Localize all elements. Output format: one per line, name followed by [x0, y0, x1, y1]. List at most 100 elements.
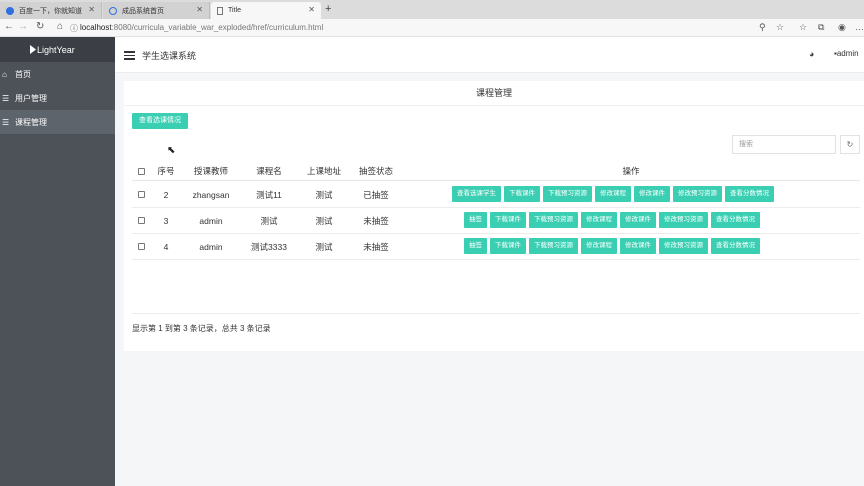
column-header: 授课教师 — [193, 166, 228, 176]
download-courseware-button[interactable]: 下载课件 — [490, 212, 526, 228]
cell-teacher: admin — [199, 215, 223, 226]
action-group: 查看选课学生 下载课件 下载预习资源 修改课程 修改课件 修改预习资源 查看分数… — [452, 186, 774, 202]
sidebar-item-home[interactable]: ⌂ 首页 — [0, 62, 115, 86]
edit-courseware-button[interactable]: 修改课件 — [620, 212, 656, 228]
sidebar-item-label: 课程管理 — [15, 117, 47, 127]
cell-id: 3 — [163, 215, 169, 226]
view-scores-button[interactable]: 查看分数情况 — [711, 212, 760, 228]
edit-course-button[interactable]: 修改课程 — [595, 186, 631, 202]
sidebar-item-courses[interactable]: ☰ 课程管理 — [0, 110, 115, 134]
close-icon[interactable]: ✕ — [308, 5, 315, 14]
menu-icon: ☰ — [2, 93, 10, 103]
course-card: 课程管理 查看选课情况 搜索 ↻ ⬉ 序号 授课教师 课程名 上课地址 抽签状态… — [124, 81, 864, 351]
browser-tab-active[interactable]: Title ✕ — [211, 2, 321, 19]
cell-id: 4 — [163, 241, 169, 252]
browser-tab[interactable]: 成品系统首页 ✕ — [103, 2, 210, 19]
column-header: 上课地址 — [306, 166, 341, 176]
home-browser-icon[interactable]: ⌂ — [57, 21, 63, 32]
draw-lots-button[interactable]: 抽签 — [464, 238, 487, 254]
cell-status: 已抽签 — [363, 189, 389, 200]
download-preview-button[interactable]: 下载预习资源 — [529, 238, 578, 254]
row-checkbox[interactable] — [137, 191, 145, 198]
view-selection-button[interactable]: 查看选课情况 — [132, 113, 188, 129]
favorite-star-icon[interactable]: ☆ — [776, 22, 784, 33]
download-courseware-button[interactable]: 下载课件 — [504, 186, 540, 202]
favorites-icon[interactable]: ☆ — [799, 22, 807, 33]
user-menu[interactable]: ▪admin — [834, 49, 859, 58]
view-students-button[interactable]: 查看选课学生 — [452, 186, 501, 202]
menu-icon: ☰ — [2, 117, 10, 127]
cell-teacher: admin — [199, 241, 223, 252]
table-row: 4 admin 测试3333 测试 未抽签 抽签 下载课件 下载预习资源 修改课… — [132, 234, 860, 260]
divider — [132, 313, 860, 314]
download-courseware-button[interactable]: 下载课件 — [490, 238, 526, 254]
collections-icon[interactable]: ⧉ — [818, 22, 824, 33]
cell-teacher: zhangsan — [192, 189, 230, 200]
page-icon — [217, 6, 223, 15]
logo[interactable]: LightYear — [0, 37, 115, 62]
browser-tab-bar: 百度一下，你就知道 ✕ 成品系统首页 ✕ Title ✕ + — [0, 0, 864, 19]
sidebar-item-users[interactable]: ☰ 用户管理 — [0, 86, 115, 110]
action-group: 抽签 下载课件 下载预习资源 修改课程 修改课件 修改预习资源 查看分数情况 — [464, 238, 760, 254]
browser-tab-label: Title — [228, 7, 241, 14]
select-all-checkbox[interactable] — [137, 167, 145, 175]
column-header: 课程名 — [256, 166, 282, 176]
cell-course: 测试3333 — [251, 241, 287, 252]
refresh-icon[interactable]: ↻ — [840, 135, 860, 154]
table-header: 序号 授课教师 课程名 上课地址 抽签状态 操作 — [132, 162, 860, 181]
forward-icon[interactable]: → — [18, 21, 28, 32]
cell-status: 未抽签 — [363, 215, 389, 226]
info-icon[interactable]: ⓘ — [70, 23, 78, 34]
download-preview-button[interactable]: 下载预习资源 — [543, 186, 592, 202]
url-host: localhost — [80, 23, 112, 32]
logo-text: LightYear — [37, 44, 75, 55]
close-icon[interactable]: ✕ — [88, 5, 95, 14]
row-checkbox[interactable] — [137, 217, 145, 224]
draw-lots-button[interactable]: 抽签 — [464, 212, 487, 228]
zoom-icon[interactable]: ⚲ — [759, 22, 766, 33]
cell-id: 2 — [163, 189, 169, 200]
browser-tab-label: 成品系统首页 — [122, 7, 164, 15]
edit-preview-button[interactable]: 修改预习资源 — [659, 212, 708, 228]
cell-status: 未抽签 — [363, 241, 389, 252]
pagination-info: 显示第 1 到第 3 条记录，总共 3 条记录 — [132, 324, 271, 333]
edit-course-button[interactable]: 修改课程 — [581, 212, 617, 228]
reload-icon[interactable]: ↻ — [36, 21, 44, 32]
column-header: 抽签状态 — [358, 166, 393, 176]
mouse-cursor-icon: ⬉ — [167, 145, 176, 156]
sidebar-item-label: 首页 — [15, 69, 31, 79]
globe-icon — [109, 6, 117, 15]
profile-icon[interactable]: ◉ — [838, 22, 846, 33]
palette-icon[interactable]: ◕ — [809, 49, 814, 59]
row-checkbox[interactable] — [137, 243, 145, 250]
edit-courseware-button[interactable]: 修改课件 — [620, 238, 656, 254]
cell-address: 测试 — [315, 215, 333, 226]
edit-course-button[interactable]: 修改课程 — [581, 238, 617, 254]
url-path: :8080/curricula_variable_war_exploded/hr… — [111, 23, 324, 32]
edit-courseware-button[interactable]: 修改课件 — [634, 186, 670, 202]
search-input[interactable]: 搜索 — [732, 135, 836, 154]
user-name: admin — [836, 49, 859, 58]
cell-address: 测试 — [315, 189, 333, 200]
cell-address: 测试 — [315, 241, 333, 252]
hamburger-icon[interactable] — [124, 51, 135, 60]
column-header: 序号 — [157, 166, 175, 176]
system-title: 学生选课系统 — [142, 51, 197, 61]
download-preview-button[interactable]: 下载预习资源 — [529, 212, 578, 228]
browser-tab[interactable]: 百度一下，你就知道 ✕ — [0, 2, 102, 19]
edit-preview-button[interactable]: 修改预习资源 — [659, 238, 708, 254]
sidebar: LightYear ⌂ 首页 ☰ 用户管理 ☰ 课程管理 — [0, 37, 115, 486]
table-row: 3 admin 测试 测试 未抽签 抽签 下载课件 下载预习资源 修改课程 修改… — [132, 208, 860, 234]
logo-mark-icon — [30, 45, 36, 54]
view-scores-button[interactable]: 查看分数情况 — [711, 238, 760, 254]
view-scores-button[interactable]: 查看分数情况 — [725, 186, 774, 202]
close-icon[interactable]: ✕ — [196, 5, 203, 14]
column-header: 操作 — [622, 166, 640, 176]
edit-preview-button[interactable]: 修改预习资源 — [673, 186, 722, 202]
back-icon[interactable]: ← — [4, 21, 14, 32]
url-field[interactable]: localhost:8080/curricula_variable_war_ex… — [80, 23, 323, 32]
top-header: 学生选课系统 ◕ ▪admin — [115, 37, 864, 73]
action-group: 抽签 下载课件 下载预习资源 修改课程 修改课件 修改预习资源 查看分数情况 — [464, 212, 760, 228]
more-icon[interactable]: … — [855, 22, 864, 32]
new-tab-button[interactable]: + — [325, 3, 331, 15]
